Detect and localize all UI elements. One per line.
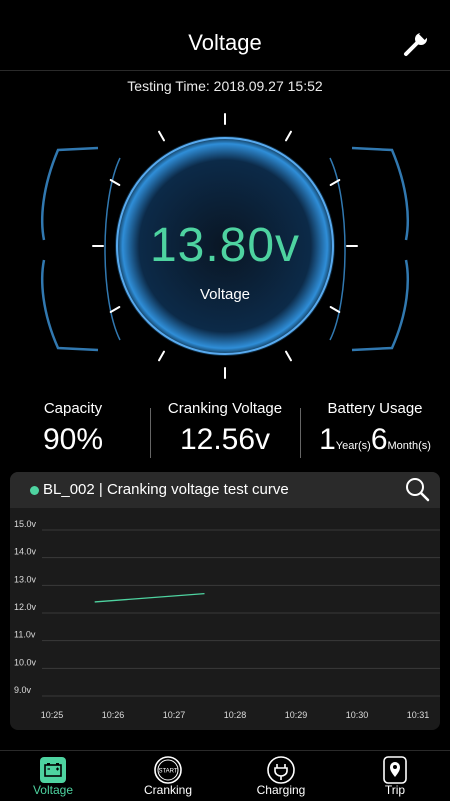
testing-time-value: 15:52 (287, 78, 323, 94)
usage-months-unit: Month(s) (387, 440, 431, 452)
gauge-tick (285, 350, 292, 362)
capacity-label: Capacity (43, 400, 103, 417)
card-header: BL_002 | Cranking voltage test curve (10, 472, 440, 508)
y-tick-label: 9.0v (14, 685, 32, 695)
series-line (94, 592, 205, 603)
cranking-curve-card: BL_002 | Cranking voltage test curve 15.… (10, 472, 440, 730)
gauge-tick (158, 130, 165, 142)
gauge-tick (158, 350, 165, 362)
tab-charging[interactable]: Charging (236, 751, 326, 801)
wrench-icon[interactable] (402, 32, 432, 58)
testing-time: Testing Time: 2018.09.27 15:52 (0, 78, 450, 94)
curve-title: Cranking voltage test curve (106, 481, 289, 498)
usage-years: 1 (319, 423, 336, 456)
capacity-value: 90% (42, 423, 104, 456)
x-tick-label: 10:26 (102, 710, 125, 720)
x-tick-label: 10:31 (407, 710, 430, 720)
stats-divider (300, 408, 301, 458)
battery-icon (40, 757, 66, 783)
x-tick-label: 10:27 (163, 710, 186, 720)
cranking-stat: Cranking Voltage 12.56v (155, 400, 295, 457)
y-tick-label: 15.0v (14, 519, 37, 529)
y-tick-label: 14.0v (14, 547, 37, 557)
search-icon[interactable] (404, 476, 430, 502)
y-tick-label: 10.0v (14, 657, 37, 667)
stats-divider (150, 408, 151, 458)
x-tick-label: 10:30 (346, 710, 369, 720)
cranking-value: 12.56v (179, 423, 271, 456)
tab-charging-label: Charging (256, 783, 306, 797)
usage-stat: Battery Usage 1Year(s)6Month(s) (305, 400, 445, 457)
testing-time-label: Testing Time: (127, 78, 210, 94)
x-tick-label: 10:28 (224, 710, 247, 720)
tab-trip-label: Trip (384, 783, 406, 797)
page-title: Voltage (188, 30, 262, 55)
voltage-value: 13.80v (149, 219, 301, 272)
tab-voltage[interactable]: Voltage (8, 751, 98, 801)
x-tick-label: 10:25 (41, 710, 64, 720)
app-header: Voltage (0, 0, 450, 71)
y-tick-label: 12.0v (14, 602, 37, 612)
capacity-stat: Capacity 90% (18, 400, 128, 457)
usage-months: 6 (370, 423, 388, 456)
usage-value: 1Year(s)6Month(s) (305, 423, 445, 457)
x-tick-label: 10:29 (285, 710, 308, 720)
battery-stats: Capacity 90% Cranking Voltage 12.56v Bat… (0, 400, 450, 470)
tab-cranking-label: Cranking (143, 783, 193, 797)
gauge-tick (285, 130, 292, 142)
usage-label: Battery Usage (327, 400, 423, 417)
voltage-label: Voltage (199, 286, 251, 303)
status-dot (30, 486, 39, 495)
card-title: BL_002 | Cranking voltage test curve (43, 481, 289, 498)
voltage-gauge: 13.80v Voltage (0, 100, 450, 400)
gauge-tick (329, 306, 341, 313)
testing-date: 2018.09.27 (213, 78, 284, 94)
usage-years-unit: Year(s) (335, 440, 371, 452)
bottom-tab-bar: Voltage START Cranking Charging Trip (0, 750, 450, 801)
tab-cranking[interactable]: START Cranking (123, 751, 213, 801)
y-tick-label: 13.0v (14, 574, 37, 584)
map-pin-icon (383, 756, 407, 784)
battery-id: BL_002 (43, 481, 95, 498)
start-icon-text: START (158, 769, 177, 775)
cranking-chart: 15.0v 14.0v 13.0v 12.0v 11.0v 10.0v 9.0v 10:25 1… (14, 519, 440, 720)
gauge-tick (109, 306, 121, 313)
plug-icon (267, 756, 295, 784)
tab-trip[interactable]: Trip (350, 751, 440, 801)
tab-voltage-label: Voltage (32, 783, 74, 797)
y-tick-label: 11.0v (14, 630, 36, 640)
start-icon: START (154, 756, 182, 784)
cranking-label: Cranking Voltage (167, 400, 283, 417)
